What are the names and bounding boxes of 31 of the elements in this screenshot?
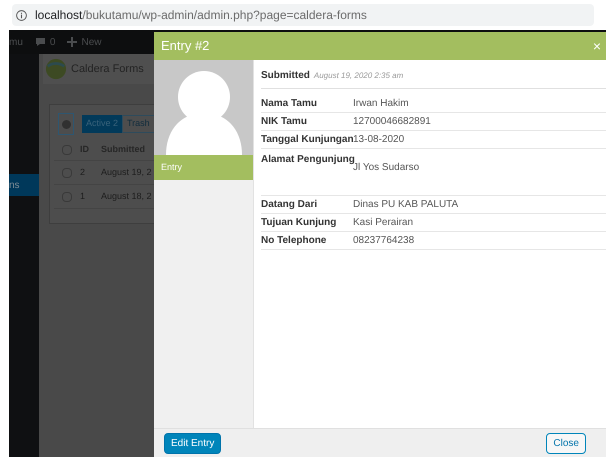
filter-tab[interactable]: Trash [122,115,155,133]
field-label: Tanggal Kunjungan [261,133,353,147]
submitted-label: Submitted [261,69,310,83]
person-silhouette-icon [166,71,242,155]
toggle-button[interactable] [58,113,74,135]
submitted-date: August 19, 2020 2:35 am [314,70,404,82]
field-value: 08237764238 [353,234,414,248]
field-label: Alamat Pengunjung [261,153,353,165]
field-label: Datang Dari [261,198,318,212]
logo-icon [45,58,67,80]
comment-icon[interactable] [34,37,46,47]
field-value: Kasi Perairan [353,216,414,230]
field-value: 12700046682891 [353,115,431,129]
field-label: Tujuan Kunjung [261,216,338,230]
field-label: Nama Tamu [261,97,318,111]
field-value: 13-08-2020 [353,133,404,147]
edit-entry-button[interactable]: Edit Entry [164,432,222,454]
comment-count: 0 [50,36,56,50]
field-value: Dinas PU KAB PALUTA [353,198,458,212]
sidebar-item[interactable]: ns [9,174,39,196]
field-value: Jl Yos Sudarso [353,162,420,175]
new-link[interactable]: New [81,34,102,50]
modal-title: Entry #2 [161,37,210,56]
entry-tab[interactable]: Entry [154,155,253,180]
close-button[interactable]: Close [546,432,586,454]
field-value: Irwan Hakim [353,97,409,111]
site-link[interactable]: mu [9,34,23,50]
field-label: NIK Tamu [261,115,308,129]
info-icon [16,10,27,20]
field-label: No Telephone [261,234,328,248]
plus-icon[interactable] [67,37,78,47]
